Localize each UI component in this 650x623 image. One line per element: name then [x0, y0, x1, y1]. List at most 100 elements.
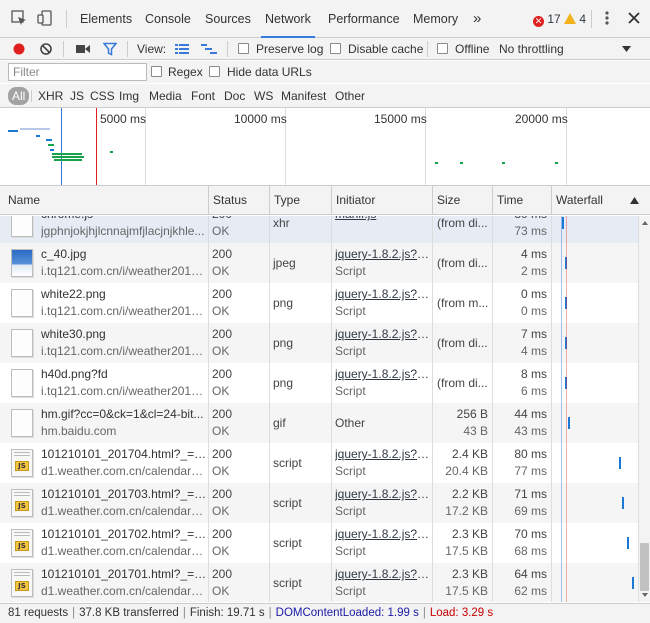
time-cell: 7 ms 4 ms	[493, 323, 551, 363]
name-cell[interactable]: JS 101210101_201704.html?_=14... d1.weathe…	[0, 443, 208, 483]
initiator-link[interactable]: jquery-1.8.2.js?2...	[335, 367, 431, 381]
type-filter-xhr[interactable]: XHR	[38, 87, 63, 105]
waterfall-cell	[552, 216, 638, 243]
column-header-initiator[interactable]: Initiator	[332, 186, 375, 215]
throttling-select[interactable]: No throttling	[499, 38, 564, 60]
scroll-up-arrow-icon[interactable]	[642, 221, 648, 225]
initiator-cell: jquery-1.8.2.js?2... Script	[332, 563, 432, 602]
table-scrollbar[interactable]	[638, 216, 650, 602]
request-row[interactable]: JS 101210101_201702.html?_=14... d1.weathe…	[0, 523, 638, 563]
request-row[interactable]: h40d.png?fd i.tq121.com.cn/i/weather2015.…	[0, 363, 638, 403]
tab-console[interactable]: Console	[145, 0, 191, 38]
request-row[interactable]: chrome.js jgphnjokjhjlcnnajmfjlacjnjkhle.…	[0, 216, 638, 243]
disable-cache-checkbox[interactable]	[330, 43, 341, 54]
name-cell[interactable]: JS 101210101_201703.html?_=14... d1.weathe…	[0, 483, 208, 523]
request-row[interactable]: hm.gif?cc=0&ck=1&cl=24-bit... hm.baidu.co…	[0, 403, 638, 443]
regex-checkbox[interactable]	[151, 66, 162, 77]
request-domain: hm.baidu.com	[41, 424, 117, 438]
inspect-element-icon[interactable]	[10, 9, 28, 27]
type-filter-font[interactable]: Font	[191, 87, 215, 105]
type-filter-manifest[interactable]: Manifest	[281, 87, 326, 105]
error-count-badge[interactable]: ✕ 17	[533, 12, 561, 27]
preserve-log-checkbox[interactable]	[238, 43, 249, 54]
time-latency: 6 ms	[520, 384, 547, 398]
video-camera-icon[interactable]	[75, 43, 91, 55]
initiator-link[interactable]: jquery-1.8.2.js?2...	[335, 447, 431, 461]
regex-label[interactable]: Regex	[168, 61, 203, 83]
type-filter-all[interactable]: All	[8, 87, 30, 105]
filter-funnel-icon[interactable]	[103, 42, 117, 56]
name-cell[interactable]: hm.gif?cc=0&ck=1&cl=24-bit... hm.baidu.co…	[0, 403, 208, 443]
device-toolbar-icon[interactable]	[36, 9, 54, 27]
tab-sources[interactable]: Sources	[205, 0, 251, 38]
script-file-icon: JS	[11, 529, 33, 557]
offline-checkbox[interactable]	[437, 43, 448, 54]
disable-cache-label[interactable]: Disable cache	[348, 38, 423, 60]
clear-icon[interactable]	[39, 42, 53, 56]
offline-label[interactable]: Offline	[455, 38, 489, 60]
request-domain: d1.weather.com.cn/calendar_n...	[41, 464, 207, 478]
name-cell[interactable]: JS 101210101_201702.html?_=14... d1.weathe…	[0, 523, 208, 563]
type-filter-doc[interactable]: Doc	[224, 87, 245, 105]
more-tabs-button[interactable]: »	[473, 0, 481, 38]
type-filter-ws[interactable]: WS	[254, 87, 273, 105]
tab-performance[interactable]: Performance	[328, 0, 400, 38]
tab-memory[interactable]: Memory	[413, 0, 458, 38]
large-rows-icon[interactable]	[175, 43, 189, 55]
type-filter-img[interactable]: Img	[119, 87, 139, 105]
preserve-log-label[interactable]: Preserve log	[256, 38, 323, 60]
request-row[interactable]: JS 101210101_201703.html?_=14... d1.weathe…	[0, 483, 638, 523]
name-cell[interactable]: h40d.png?fd i.tq121.com.cn/i/weather2015.…	[0, 363, 208, 403]
request-row[interactable]: white22.png i.tq121.com.cn/i/weather2015.…	[0, 283, 638, 323]
type-filter-media[interactable]: Media	[149, 87, 182, 105]
waterfall-overview-icon[interactable]	[201, 43, 217, 55]
record-icon[interactable]	[12, 42, 26, 56]
name-cell[interactable]: JS 101210101_201701.html?_=14... d1.weathe…	[0, 563, 208, 602]
name-cell[interactable]: chrome.js jgphnjokjhjlcnnajmfjlacjnjkhle.…	[0, 216, 208, 243]
initiator-link[interactable]: jquery-1.8.2.js?2...	[335, 247, 431, 261]
warning-count-badge[interactable]: 4	[564, 12, 586, 26]
request-row[interactable]: JS 101210101_201704.html?_=14... d1.weathe…	[0, 443, 638, 483]
request-name: white30.png	[41, 327, 106, 341]
status-cell: 200 OK	[209, 403, 269, 443]
chevron-down-icon[interactable]	[622, 46, 631, 52]
request-row[interactable]: white30.png i.tq121.com.cn/i/weather2015.…	[0, 323, 638, 363]
type-filter-js[interactable]: JS	[70, 87, 84, 105]
type-filter-other[interactable]: Other	[335, 87, 365, 105]
column-header-status[interactable]: Status	[209, 186, 247, 215]
tab-network[interactable]: Network	[261, 0, 315, 38]
hide-data-urls-checkbox[interactable]	[209, 66, 220, 77]
column-header-size[interactable]: Size	[433, 186, 460, 215]
overview-bar	[46, 139, 52, 141]
hide-data-urls-label[interactable]: Hide data URLs	[227, 61, 312, 83]
name-cell[interactable]: c_40.jpg i.tq121.com.cn/i/weather2015...	[0, 243, 208, 283]
scroll-down-arrow-icon[interactable]	[642, 593, 648, 597]
name-cell[interactable]: white22.png i.tq121.com.cn/i/weather2015.…	[0, 283, 208, 323]
initiator-link[interactable]: manif.js	[335, 216, 431, 221]
column-header-name[interactable]: Name	[4, 186, 40, 215]
initiator-link[interactable]: jquery-1.8.2.js?2...	[335, 327, 431, 341]
initiator-link[interactable]: jquery-1.8.2.js?2...	[335, 567, 431, 581]
kebab-menu-icon[interactable]	[598, 9, 616, 27]
type-filter-css[interactable]: CSS	[90, 87, 115, 105]
status-text: OK	[212, 384, 230, 398]
network-overview[interactable]: 5000 ms 10000 ms 15000 ms 20000 ms	[0, 108, 650, 186]
status-code: 200	[212, 247, 233, 261]
resource-type: png	[273, 336, 294, 350]
initiator-link[interactable]: jquery-1.8.2.js?2...	[335, 287, 431, 301]
name-cell[interactable]: white30.png i.tq121.com.cn/i/weather2015.…	[0, 323, 208, 363]
initiator-link[interactable]: jquery-1.8.2.js?2...	[335, 527, 431, 541]
initiator-link[interactable]: jquery-1.8.2.js?2...	[335, 487, 431, 501]
request-row[interactable]: c_40.jpg i.tq121.com.cn/i/weather2015... 2…	[0, 243, 638, 283]
tab-elements[interactable]: Elements	[80, 0, 132, 38]
request-row[interactable]: JS 101210101_201701.html?_=14... d1.weathe…	[0, 563, 638, 602]
sort-ascending-icon[interactable]	[630, 197, 639, 204]
column-header-type[interactable]: Type	[270, 186, 300, 215]
filter-input[interactable]	[8, 63, 147, 81]
size-transferred: 2.3 KB	[451, 527, 488, 541]
close-icon[interactable]	[625, 9, 643, 27]
column-header-waterfall[interactable]: Waterfall	[552, 186, 603, 215]
request-count: 81 requests	[8, 607, 69, 619]
scrollbar-thumb[interactable]	[640, 543, 649, 591]
column-header-time[interactable]: Time	[493, 186, 523, 215]
